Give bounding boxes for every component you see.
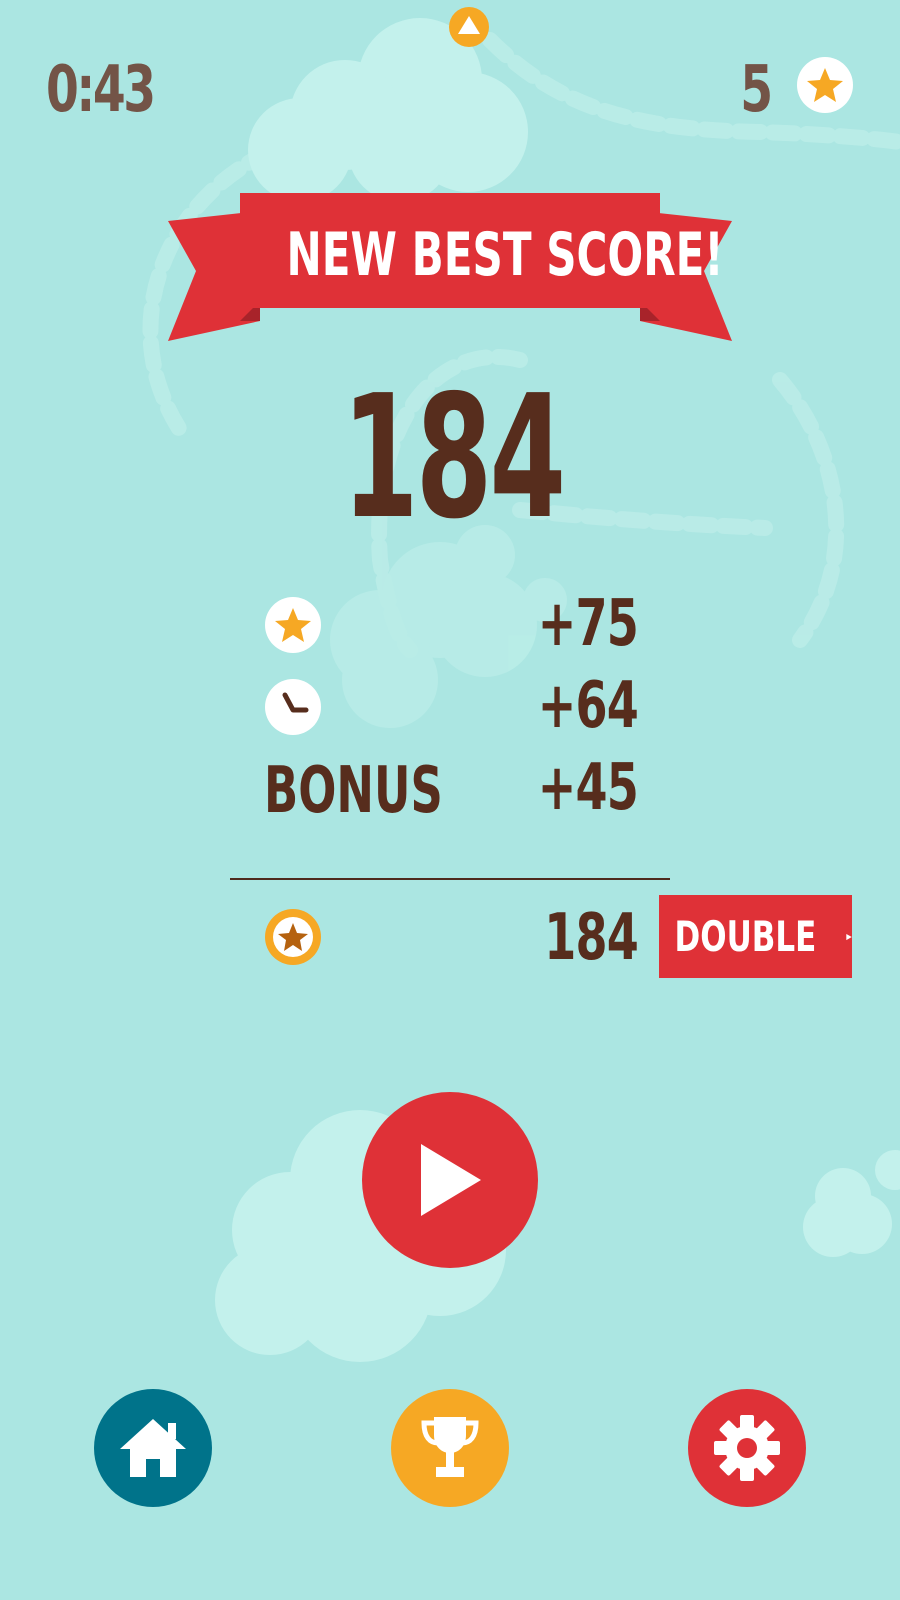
time-bonus-value: +64 (537, 669, 639, 743)
pull-down-tab[interactable] (449, 7, 489, 47)
trophy-icon (421, 1417, 479, 1477)
bonus-label: BONUS (264, 754, 443, 828)
star-icon (797, 57, 853, 113)
play-button[interactable] (362, 1092, 538, 1268)
double-label: DOUBLE (674, 911, 817, 961)
coin-star-icon (265, 909, 321, 965)
final-score: 184 (342, 359, 566, 557)
gear-icon (714, 1415, 780, 1481)
stars-bonus-value: +75 (537, 587, 639, 661)
divider (230, 878, 670, 880)
leaderboard-button[interactable] (391, 1389, 509, 1507)
star-icon (265, 597, 321, 653)
banner-title: NEW BEST SCORE! (286, 220, 724, 290)
clock-icon (265, 679, 321, 735)
bonus-value: +45 (537, 751, 639, 825)
play-arrow-icon (846, 933, 852, 940)
home-button[interactable] (94, 1389, 212, 1507)
play-icon (421, 1144, 481, 1216)
double-button[interactable]: DOUBLE (659, 895, 852, 978)
home-icon (120, 1419, 186, 1477)
timer-display: 0:43 (46, 53, 156, 127)
star-count: 5 (740, 53, 773, 127)
settings-button[interactable] (688, 1389, 806, 1507)
coins-earned: 184 (544, 901, 639, 975)
